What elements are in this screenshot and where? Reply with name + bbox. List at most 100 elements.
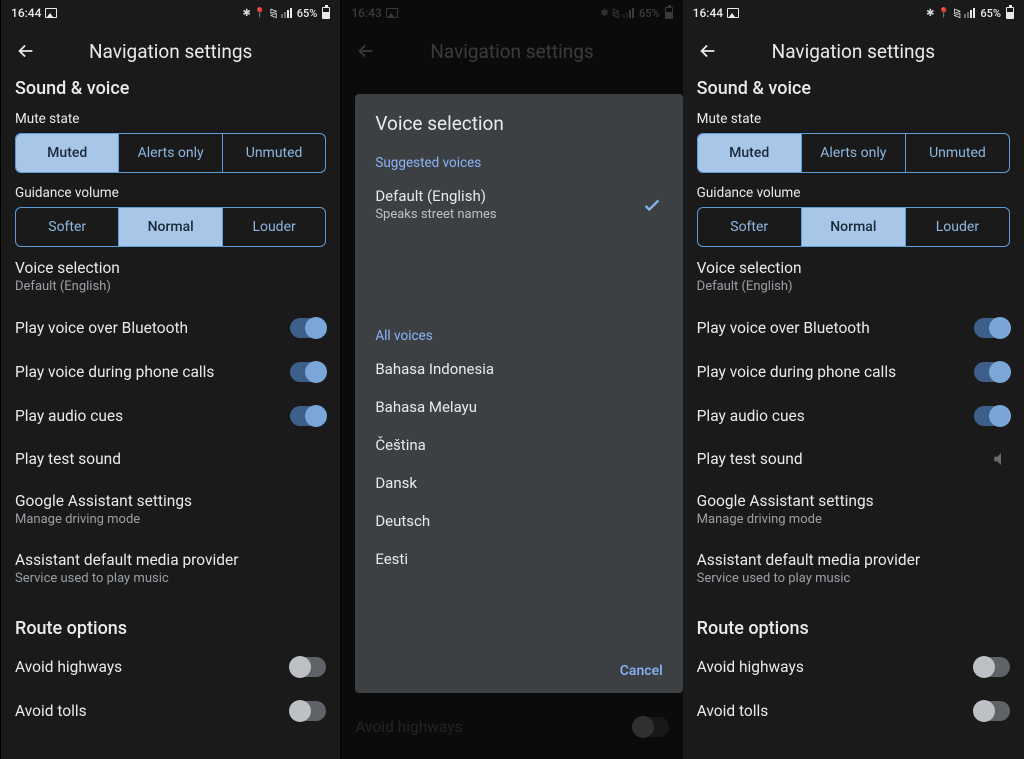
voice-option[interactable]: Dansk (355, 464, 682, 502)
phone-calls-row[interactable]: Play voice during phone calls (697, 350, 1010, 394)
mute-option-muted[interactable]: Muted (698, 134, 802, 172)
voice-option[interactable]: Bahasa Indonesia (355, 350, 682, 388)
wifi-icon: ⧎ (953, 8, 961, 19)
cancel-button[interactable]: Cancel (620, 663, 663, 679)
avoid-tolls-row[interactable]: Avoid tolls (15, 689, 326, 721)
guidance-volume-segmented: Softer Normal Louder (15, 207, 326, 247)
status-bar: 16:43 ✱ ⧎ 65% (341, 0, 682, 24)
wifi-icon: ⧎ (269, 8, 277, 19)
mute-state-segmented: Muted Alerts only Unmuted (697, 133, 1010, 173)
bluetooth-row[interactable]: Play voice over Bluetooth (697, 306, 1010, 350)
volume-option-softer[interactable]: Softer (698, 208, 802, 246)
picture-icon (727, 8, 739, 18)
page-title: Navigation settings (37, 40, 304, 63)
avoid-tolls-toggle[interactable] (290, 701, 326, 721)
voice-option-default[interactable]: Default (English) Speaks street names (355, 177, 682, 232)
voice-selection-dialog: Voice selection Suggested voices Default… (355, 94, 682, 693)
back-button[interactable] (15, 40, 37, 62)
check-icon (641, 194, 663, 216)
avoid-highways-toggle (633, 717, 669, 737)
dialog-title: Voice selection (355, 112, 682, 149)
avoid-tolls-toggle[interactable] (974, 701, 1010, 721)
section-sound-voice: Sound & voice (15, 78, 326, 99)
volume-option-normal[interactable]: Normal (802, 208, 906, 246)
audio-cues-row[interactable]: Play audio cues (697, 394, 1010, 438)
battery-icon (322, 7, 330, 19)
mute-state-label: Mute state (697, 111, 1010, 127)
volume-option-normal[interactable]: Normal (119, 208, 222, 246)
avoid-highways-row-dimmed: Avoid highways (355, 705, 668, 749)
avoid-highways-toggle[interactable] (290, 657, 326, 677)
voice-option[interactable]: Eesti (355, 540, 682, 578)
voice-selection-title: Voice selection (15, 259, 120, 277)
voice-option[interactable]: Bahasa Melayu (355, 388, 682, 426)
mute-state-label: Mute state (15, 111, 326, 127)
test-sound-row[interactable]: Play test sound (697, 438, 1010, 480)
assistant-row[interactable]: Google Assistant settings Manage driving… (15, 480, 326, 539)
avoid-highways-toggle[interactable] (974, 657, 1010, 677)
audio-cues-row[interactable]: Play audio cues (15, 394, 326, 438)
assistant-row[interactable]: Google Assistant settings Manage driving… (697, 480, 1010, 539)
battery-percent: 65% (980, 7, 1001, 20)
phone-calls-row[interactable]: Play voice during phone calls (15, 350, 326, 394)
mute-option-unmuted[interactable]: Unmuted (906, 134, 1009, 172)
app-bar: Navigation settings (1, 24, 340, 78)
audio-cues-toggle[interactable] (974, 406, 1010, 426)
page-title: Navigation settings (377, 40, 646, 63)
status-time: 16:44 (693, 6, 723, 20)
voice-option[interactable]: Čeština (355, 426, 682, 464)
bluetooth-row[interactable]: Play voice over Bluetooth (15, 306, 326, 350)
mute-option-alerts[interactable]: Alerts only (802, 134, 906, 172)
phone-calls-toggle[interactable] (974, 362, 1010, 382)
guidance-volume-label: Guidance volume (697, 185, 1010, 201)
all-voices-header: All voices (355, 322, 682, 350)
status-time: 16:44 (11, 6, 41, 20)
bluetooth-icon: ✱ (242, 8, 250, 19)
status-bar: 16:44 ✱ 📍 ⧎ 65% (683, 0, 1024, 24)
bluetooth-icon: ✱ (600, 8, 608, 19)
voice-selection-sub: Default (English) (15, 279, 120, 294)
screenshot-right: 16:44 ✱ 📍 ⧎ 65% Navigation settings Soun… (683, 0, 1024, 759)
screenshot-middle: 16:43 ✱ ⧎ 65% Navigation settings Avoid … (341, 0, 682, 759)
back-button[interactable] (697, 40, 719, 62)
bluetooth-icon: ✱ (926, 8, 934, 19)
battery-percent: 65% (639, 7, 660, 20)
section-route-options: Route options (15, 618, 326, 639)
voice-option[interactable]: Deutsch (355, 502, 682, 540)
picture-icon (386, 8, 398, 18)
volume-option-softer[interactable]: Softer (16, 208, 119, 246)
signal-icon (964, 8, 975, 18)
location-icon: 📍 (938, 8, 950, 19)
location-icon: 📍 (254, 8, 266, 19)
signal-icon (281, 8, 292, 18)
section-sound-voice: Sound & voice (697, 78, 1010, 99)
status-time: 16:43 (351, 6, 381, 20)
mute-option-muted[interactable]: Muted (16, 134, 119, 172)
media-provider-row[interactable]: Assistant default media provider Service… (697, 539, 1010, 598)
guidance-volume-label: Guidance volume (15, 185, 326, 201)
bluetooth-toggle[interactable] (974, 318, 1010, 338)
voice-selection-row[interactable]: Voice selection Default (English) (15, 247, 326, 306)
back-button[interactable] (355, 40, 377, 62)
mute-option-unmuted[interactable]: Unmuted (223, 134, 325, 172)
mute-state-segmented: Muted Alerts only Unmuted (15, 133, 326, 173)
audio-cues-toggle[interactable] (290, 406, 326, 426)
app-bar: Navigation settings (341, 24, 682, 78)
app-bar: Navigation settings (683, 24, 1024, 78)
volume-option-louder[interactable]: Louder (223, 208, 325, 246)
status-bar: 16:44 ✱ 📍 ⧎ 65% (1, 0, 340, 24)
screenshot-left: 16:44 ✱ 📍 ⧎ 65% Navigation settings Soun… (0, 0, 341, 759)
avoid-highways-row[interactable]: Avoid highways (697, 645, 1010, 689)
signal-icon (623, 8, 634, 18)
avoid-tolls-row[interactable]: Avoid tolls (697, 689, 1010, 721)
phone-calls-toggle[interactable] (290, 362, 326, 382)
wifi-icon: ⧎ (612, 8, 620, 19)
voice-selection-row[interactable]: Voice selection Default (English) (697, 247, 1010, 306)
bluetooth-toggle[interactable] (290, 318, 326, 338)
mute-option-alerts[interactable]: Alerts only (119, 134, 222, 172)
avoid-highways-row[interactable]: Avoid highways (15, 645, 326, 689)
media-provider-row[interactable]: Assistant default media provider Service… (15, 539, 326, 598)
volume-option-louder[interactable]: Louder (906, 208, 1009, 246)
section-route-options: Route options (697, 618, 1010, 639)
test-sound-row[interactable]: Play test sound (15, 438, 326, 480)
